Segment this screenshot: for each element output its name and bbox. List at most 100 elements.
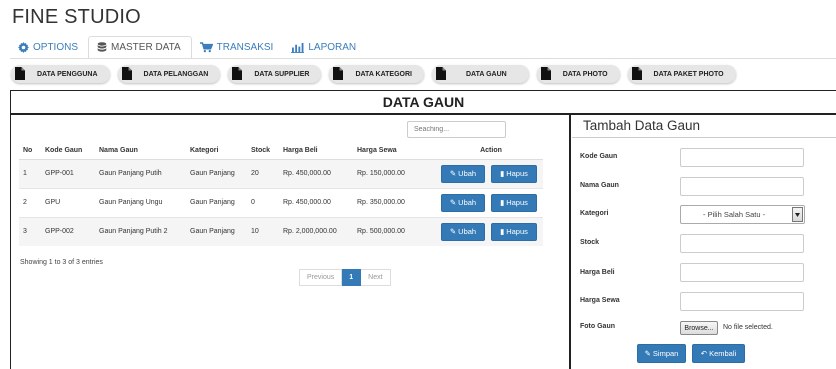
dropdown-arrow-icon [792,207,803,222]
delete-button[interactable]: ▮ Hapus [491,193,537,212]
subnav-data-kategori[interactable]: DATA KATEGORI [329,65,424,83]
table-header-row: No Kode Gaun Nama Gaun Kategori Stock Ha… [19,143,543,160]
pagination-previous[interactable]: Previous [299,269,343,286]
cell-no: 3 [19,216,41,246]
form-title-divider [572,137,836,138]
trash-icon: ▮ [500,198,505,207]
nama-gaun-input[interactable] [680,177,804,196]
back-arrow-icon: ↶ [700,349,708,358]
label-kategori: Kategori [580,210,609,217]
col-harga-beli: Harga Beli [279,143,353,160]
document-icon [15,67,25,80]
trash-icon: ▮ [500,227,505,237]
document-icon [232,67,243,80]
tab-transaksi-label: TRANSAKSI [216,42,274,53]
harga-sewa-input[interactable] [680,292,804,311]
data-gaun-panel: DATA GAUN No Kode Gaun Nama Gaun Kategor… [10,90,836,369]
save-button[interactable]: ✎ Simpan [637,344,686,363]
tab-laporan[interactable]: LAPORAN [283,36,366,59]
stock-input[interactable] [680,234,804,253]
cell-action: ✎ Ubah ▮ Hapus [435,216,543,246]
edit-icon: ✎ [449,169,457,178]
edit-icon: ✎ [449,198,457,207]
cell-nama: Gaun Panjang Ungu [95,187,186,217]
col-kategori: Kategori [186,143,247,160]
edit-label: Ubah [458,169,477,178]
subnav-data-paket-photo[interactable]: DATA PAKET PHOTO [627,65,736,83]
save-label: Simpan [652,349,679,358]
cell-kode: GPP-002 [41,216,95,246]
back-label: Kembali [709,349,737,358]
panel-divider [569,115,571,369]
main-nav: OPTIONS MASTER DATA TRANSAKSI LAPORAN [10,36,366,59]
cell-harga-beli: Rp. 450,000.00 [279,158,353,188]
subnav-label: DATA PENGGUNA [37,70,98,78]
cell-no: 2 [19,187,41,217]
cell-kode: GPP-001 [41,158,95,188]
tab-master-data[interactable]: MASTER DATA [88,36,192,59]
label-harga-beli: Harga Beli [580,269,615,276]
kode-gaun-input[interactable] [680,148,804,167]
tab-options-label: OPTIONS [33,42,79,53]
browse-button[interactable]: Browse... [680,321,718,335]
cell-kategori: Gaun Panjang [186,216,247,246]
subnav-data-pengguna[interactable]: DATA PENGGUNA [11,65,110,83]
document-icon [435,67,446,80]
pagination-next[interactable]: Next [361,269,391,286]
file-status: No file selected. [723,324,773,331]
tab-options[interactable]: OPTIONS [10,36,88,59]
search-input[interactable] [407,121,506,138]
subnav-label: DATA PELANGGAN [143,70,209,78]
document-icon [631,67,642,80]
subnav-data-pelanggan[interactable]: DATA PELANGGAN [117,65,221,83]
harga-beli-input[interactable] [680,263,804,282]
delete-button[interactable]: ▮ Hapus [491,164,537,183]
delete-button[interactable]: ▮ Hapus [491,222,537,241]
entries-info: Showing 1 to 3 of 3 entries [20,259,103,266]
delete-label: Hapus [506,169,528,178]
subnav-label: DATA PAKET PHOTO [653,70,724,78]
subnav-data-gaun[interactable]: DATA GAUN [431,65,529,83]
tabs-divider [10,58,836,59]
panel-title: DATA GAUN [11,91,836,115]
subnav-data-photo[interactable]: DATA PHOTO [536,65,620,83]
trash-icon: ▮ [500,169,505,178]
label-harga-sewa: Harga Sewa [580,297,620,304]
cell-harga-sewa: Rp. 500,000.00 [353,216,435,246]
cell-kategori: Gaun Panjang [186,158,247,188]
edit-button[interactable]: ✎ Ubah [441,222,485,241]
cell-kode: GPU [41,187,95,217]
app-title: FINE STUDIO [12,6,141,28]
col-stock: Stock [247,143,279,160]
label-foto-gaun: Foto Gaun [580,323,615,330]
tab-transaksi[interactable]: TRANSAKSI [192,36,284,59]
cell-nama: Gaun Panjang Putih 2 [95,216,186,246]
form-title: Tambah Data Gaun [583,118,701,133]
cart-icon [199,42,213,53]
bar-chart-icon [291,42,305,53]
pagination: Previous 1 Next [299,269,391,286]
col-nama: Nama Gaun [95,143,186,160]
label-stock: Stock [580,239,600,246]
pagination-page-1[interactable]: 1 [342,269,362,286]
gear-icon [18,42,29,53]
cell-stock: 20 [247,158,279,188]
table-row: 2 GPU Gaun Panjang Ungu Gaun Panjang 0 R… [19,187,543,217]
edit-button[interactable]: ✎ Ubah [441,193,485,212]
edit-label: Ubah [458,227,477,237]
table-row: 1 GPP-001 Gaun Panjang Putih Gaun Panjan… [19,158,543,188]
subnav-data-supplier[interactable]: DATA SUPPLIER [228,65,322,83]
master-data-subnav: DATA PENGGUNA DATA PELANGGAN DATA SUPPLI… [11,65,744,83]
edit-icon: ✎ [644,349,651,358]
edit-button[interactable]: ✎ Ubah [441,164,485,183]
cell-nama: Gaun Panjang Putih [95,158,186,188]
kategori-select[interactable]: - Pilih Salah Satu - [680,205,805,224]
table-row: 3 GPP-002 Gaun Panjang Putih 2 Gaun Panj… [19,216,543,246]
cell-stock: 0 [247,187,279,217]
tab-laporan-label: LAPORAN [308,42,357,53]
cell-harga-sewa: Rp. 350,000.00 [353,187,435,217]
cell-stock: 10 [247,216,279,246]
back-button[interactable]: ↶ Kembali [692,344,745,363]
label-kode-gaun: Kode Gaun [580,153,618,160]
document-icon [121,67,132,80]
